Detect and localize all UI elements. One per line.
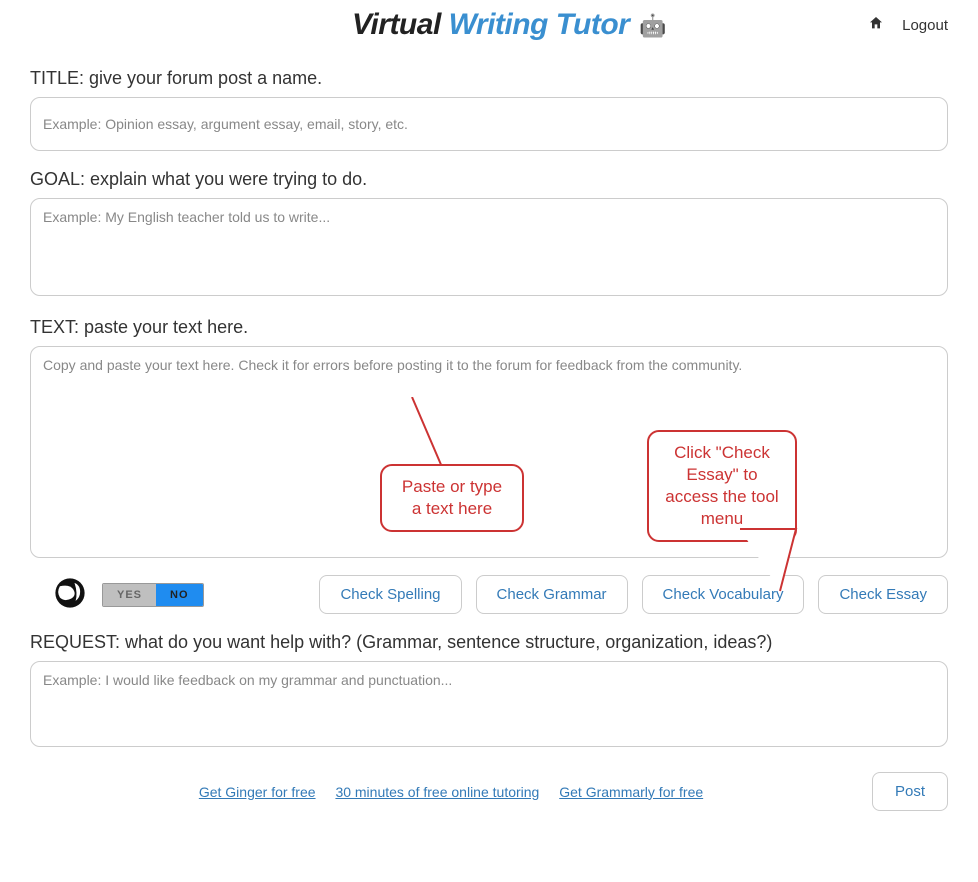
text-label: TEXT: paste your text here. xyxy=(30,317,948,338)
link-tutoring[interactable]: 30 minutes of free online tutoring xyxy=(335,784,539,800)
goal-input[interactable] xyxy=(30,198,948,296)
toggle-yes: YES xyxy=(103,584,156,606)
header: Virtual Writing Tutor 🤖 Logout xyxy=(30,0,948,50)
link-grammarly[interactable]: Get Grammarly for free xyxy=(559,784,703,800)
home-icon[interactable] xyxy=(868,15,884,35)
request-label: REQUEST: what do you want help with? (Gr… xyxy=(30,632,948,653)
robot-icon: 🤖 xyxy=(639,13,666,39)
title-input[interactable] xyxy=(30,97,948,151)
link-ginger[interactable]: Get Ginger for free xyxy=(199,784,316,800)
footer-links: Get Ginger for free 30 minutes of free o… xyxy=(30,784,872,800)
title-label: TITLE: give your forum post a name. xyxy=(30,68,948,89)
logo-text-left: Virtual xyxy=(352,8,441,41)
callout-check-essay: Click "Check Essay" to access the tool m… xyxy=(647,430,797,542)
toggle-no: NO xyxy=(156,584,203,606)
post-button[interactable]: Post xyxy=(872,772,948,811)
check-spelling-button[interactable]: Check Spelling xyxy=(319,575,461,614)
header-nav: Logout xyxy=(868,15,948,35)
check-grammar-button[interactable]: Check Grammar xyxy=(476,575,628,614)
logo: Virtual Writing Tutor 🤖 xyxy=(150,8,868,42)
logout-link[interactable]: Logout xyxy=(902,17,948,34)
yes-no-toggle[interactable]: YES NO xyxy=(102,583,204,607)
request-input[interactable] xyxy=(30,661,948,747)
check-essay-button[interactable]: Check Essay xyxy=(818,575,948,614)
logo-text-right: Writing Tutor xyxy=(449,8,630,41)
callout-paste-text: Paste or type a text here xyxy=(380,464,524,532)
globe-icon[interactable] xyxy=(52,575,88,614)
goal-label: GOAL: explain what you were trying to do… xyxy=(30,169,948,190)
footer: Get Ginger for free 30 minutes of free o… xyxy=(30,772,948,811)
check-vocabulary-button[interactable]: Check Vocabulary xyxy=(642,575,805,614)
toolbar: YES NO Check Spelling Check Grammar Chec… xyxy=(52,575,948,614)
